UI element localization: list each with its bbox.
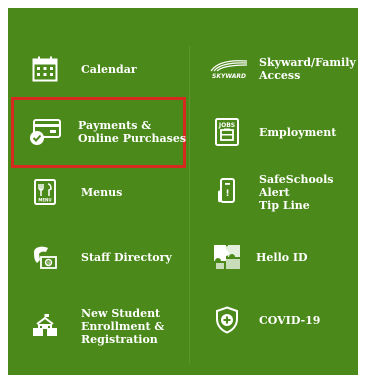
column-divider [189,46,190,364]
enrollment-label: New Student Enrollment & Registration [81,306,165,346]
phone-alert-icon: ! [213,178,241,206]
staff-directory-link[interactable]: @ Staff Directory [31,231,172,283]
svg-text:MENU: MENU [38,198,51,203]
payments-link[interactable]: Payments & Online Purchases [28,106,186,158]
employment-link[interactable]: JOBS Employment [213,106,336,158]
svg-text:JOBS: JOBS [218,122,235,129]
menus-link[interactable]: MENU Menus [31,166,122,218]
skyward-label: Skyward/Family Access [259,56,356,82]
enrollment-link[interactable]: New Student Enrollment & Registration [31,300,164,352]
payments-label: Payments & Online Purchases [78,119,187,145]
contact-directory-icon: @ [31,243,59,271]
school-building-icon [31,312,59,340]
shield-plus-icon [213,306,241,334]
calendar-link[interactable]: Calendar [31,43,137,95]
employment-label: Employment [259,125,337,139]
covid-label: COVID-19 [259,313,321,327]
jobs-icon: JOBS [213,118,241,146]
hello-id-label: Hello ID [256,250,308,264]
hello-id-link[interactable]: Hello ID [212,231,308,283]
svg-text:!: ! [225,189,229,199]
staff-directory-label: Staff Directory [81,250,172,264]
covid-link[interactable]: COVID-19 [213,294,320,346]
safeschools-label: SafeSchools Alert Tip Line [259,172,334,212]
skyward-logo-icon: SKYWARD [209,55,249,83]
menus-label: Menus [81,185,123,199]
puzzle-icon [212,243,242,271]
svg-text:@: @ [47,260,51,265]
safeschools-link[interactable]: ! SafeSchools Alert Tip Line [213,166,367,218]
payment-card-icon [28,118,62,146]
calendar-icon [31,55,59,83]
skyward-logo-text: SKYWARD [212,73,246,80]
menu-book-icon: MENU [31,178,59,206]
calendar-label: Calendar [81,62,137,76]
skyward-link[interactable]: SKYWARD Skyward/Family Access [209,43,356,95]
